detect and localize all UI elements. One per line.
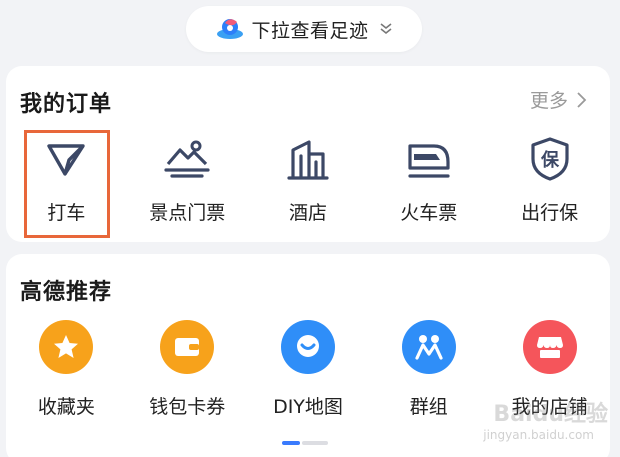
pulldown-footprint-button[interactable]: 下拉查看足迹	[186, 6, 422, 52]
double-chevron-down-icon	[380, 23, 391, 35]
my-orders-title: 我的订单	[20, 92, 113, 117]
recommend-item-wallet[interactable]: 钱包卡券	[127, 320, 248, 419]
train-icon	[402, 132, 456, 186]
amap-logo-icon	[217, 19, 244, 39]
star-icon	[39, 320, 94, 374]
recommend-item-diy-map[interactable]: DIY地图	[248, 320, 369, 419]
group-icon	[401, 320, 456, 374]
recommend-item-label: 钱包卡券	[149, 396, 226, 418]
pulldown-text: 下拉查看足迹	[251, 19, 369, 42]
page-dot-active	[282, 441, 300, 445]
page-indicator	[282, 441, 328, 445]
order-item-label: 景点门票	[149, 202, 226, 224]
watermark: Baidu经验	[493, 402, 608, 427]
screen: 下拉查看足迹 我的订单 更多 打车 景点门票 酒店 火车票 保 出行保 高德推荐…	[0, 0, 620, 457]
watermark-url: jingyan.baidu.com	[483, 428, 594, 442]
order-item-label: 酒店	[288, 202, 327, 224]
recommend-title: 高德推荐	[20, 280, 113, 305]
recommend-item-group[interactable]: 群组	[368, 320, 489, 419]
recommend-item-label: 群组	[409, 396, 448, 418]
recommend-item-label: 收藏夹	[37, 396, 95, 418]
svg-text:保: 保	[540, 149, 560, 171]
wallet-icon	[160, 320, 215, 374]
insurance-icon: 保	[523, 132, 577, 186]
page-dot-inactive	[302, 441, 328, 445]
order-item-train[interactable]: 火车票	[368, 132, 489, 225]
map-pin-icon	[280, 320, 335, 374]
order-item-label: 火车票	[400, 202, 458, 224]
order-item-hotel[interactable]: 酒店	[248, 132, 369, 225]
scenic-ticket-icon	[160, 132, 214, 186]
order-item-scenic-ticket[interactable]: 景点门票	[127, 132, 248, 225]
taxi-highlight-box	[24, 130, 110, 238]
more-orders-link[interactable]: 更多	[530, 86, 588, 113]
recommend-item-favorites[interactable]: 收藏夹	[6, 320, 127, 419]
order-item-label: 出行保	[521, 202, 579, 224]
more-label: 更多	[529, 90, 568, 112]
recommend-item-label: DIY地图	[273, 396, 343, 418]
order-item-insurance[interactable]: 保 出行保	[489, 132, 610, 225]
hotel-icon	[281, 132, 335, 186]
chevron-right-icon	[577, 91, 587, 108]
shop-icon	[522, 320, 577, 374]
